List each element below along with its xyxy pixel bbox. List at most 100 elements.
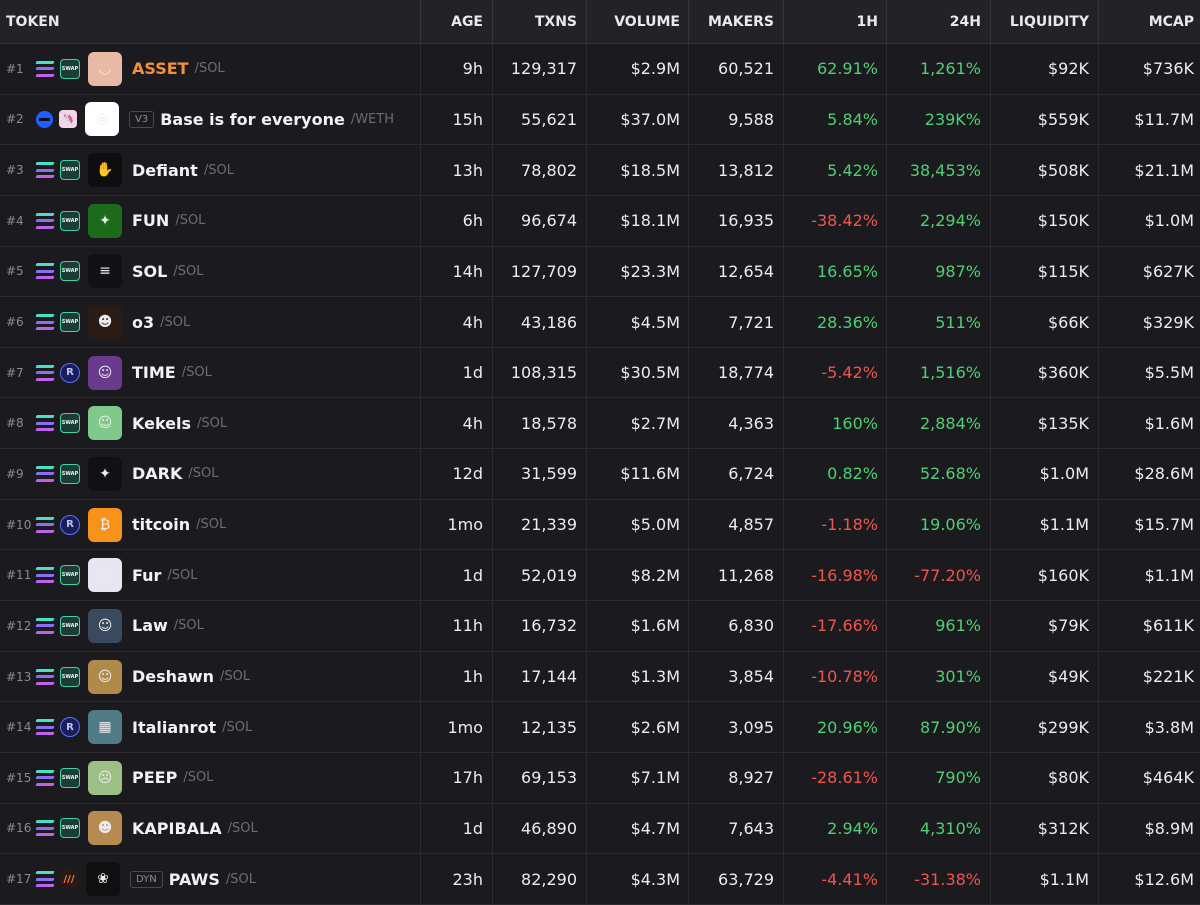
token-cell[interactable]: #11 SWAP ≡ Fur /SOL — [0, 550, 421, 601]
token-cell[interactable]: #17 /// ❀ DYN PAWS /SOL — [0, 854, 421, 904]
table-row[interactable]: #5 SWAP ≡ SOL /SOL 14h 127,709 $23.3M 12… — [0, 246, 1200, 298]
liquidity-cell: $1.0M — [991, 449, 1099, 499]
table-row[interactable]: #6 SWAP ☻ o3 /SOL 4h 43,186 $4.5M 7,721 … — [0, 297, 1200, 348]
change-1h-cell: 2.94% — [784, 803, 887, 854]
token-name: Italianrot — [132, 717, 217, 737]
table-row[interactable]: #16 SWAP ☻ KAPIBALA /SOL 1d 46,890 $4.7M… — [0, 803, 1200, 855]
change-1h-cell: -1.18% — [784, 499, 887, 550]
quote-symbol: /SOL — [188, 466, 219, 482]
rank-label: #15 — [6, 770, 32, 785]
change-1h-cell: 5.84% — [784, 94, 887, 145]
rank-label: #1 — [6, 61, 24, 76]
header-1h[interactable]: 1H — [784, 0, 887, 43]
token-cell[interactable]: #3 SWAP ✋ Defiant /SOL — [0, 145, 421, 195]
header-24h[interactable]: 24H — [887, 0, 991, 43]
token-cell[interactable]: #14 R ▦ Italianrot /SOL — [0, 702, 421, 752]
dex-icon: SWAP — [60, 413, 80, 434]
solana-icon — [35, 465, 55, 482]
change-24h-cell: 511% — [887, 297, 991, 347]
mcap-cell: $28.6M — [1134, 464, 1194, 484]
table-row[interactable]: #3 SWAP ✋ Defiant /SOL 13h 78,802 $18.5M… — [0, 145, 1200, 196]
table-row[interactable]: #10 R ₿ titcoin /SOL 1mo 21,339 $5.0M 4,… — [0, 499, 1200, 551]
rank-label: #6 — [6, 315, 24, 330]
token-cell[interactable]: #10 R ₿ titcoin /SOL — [0, 499, 421, 550]
quote-symbol: /SOL — [183, 770, 214, 786]
liquidity-cell: $49K — [991, 651, 1099, 702]
mcap-cell: $627K — [1142, 261, 1194, 281]
table-row[interactable]: #9 SWAP ✦ DARK /SOL 12d 31,599 $11.6M 6,… — [0, 449, 1200, 500]
header-age[interactable]: AGE — [421, 0, 493, 43]
quote-symbol: /SOL — [227, 820, 258, 836]
txns-cell: 43,186 — [493, 297, 587, 347]
liquidity-cell: $508K — [991, 145, 1099, 195]
table-row[interactable]: #14 R ▦ Italianrot /SOL 1mo 12,135 $2.6M… — [0, 702, 1200, 753]
age-cell: 12d — [421, 449, 493, 499]
token-cell[interactable]: #16 SWAP ☻ KAPIBALA /SOL — [0, 803, 421, 854]
token-cell[interactable]: #4 SWAP ✦ FUN /SOL — [0, 195, 421, 246]
change-24h-cell: 38,453% — [887, 145, 991, 195]
header-token[interactable]: TOKEN — [0, 0, 421, 43]
table-row[interactable]: #13 SWAP ☺ Deshawn /SOL 1h 17,144 $1.3M … — [0, 651, 1200, 703]
header-volume[interactable]: VOLUME — [587, 0, 689, 43]
table-row[interactable]: #11 SWAP ≡ Fur /SOL 1d 52,019 $8.2M 11,2… — [0, 550, 1200, 602]
makers-cell: 6,724 — [689, 449, 784, 499]
token-avatar: ☺ — [88, 406, 122, 441]
table-row[interactable]: #17 /// ❀ DYN PAWS /SOL 23h 82,290 $4.3M… — [0, 854, 1200, 905]
token-avatar: ☻ — [88, 305, 122, 340]
token-avatar: ☻ — [88, 811, 122, 846]
txns-cell: 69,153 — [493, 752, 587, 803]
rank-label: #10 — [6, 517, 32, 532]
volume-cell: $1.3M — [587, 651, 689, 702]
volume-cell: $2.7M — [587, 398, 689, 449]
liquidity-cell: $160K — [991, 550, 1099, 601]
token-cell[interactable]: #15 SWAP ☹ PEEP /SOL — [0, 752, 421, 803]
dex-icon: 🦄 — [59, 110, 77, 129]
mcap-cell: $736K — [1142, 59, 1194, 79]
makers-cell: 6,830 — [689, 601, 784, 651]
token-avatar: ✦ — [88, 456, 122, 491]
makers-cell: 12,654 — [689, 246, 784, 297]
token-cell[interactable]: #5 SWAP ≡ SOL /SOL — [0, 246, 421, 297]
header-makers[interactable]: MAKERS — [689, 0, 784, 43]
age-cell: 1h — [421, 651, 493, 702]
token-cell[interactable]: #12 SWAP ☺ Law /SOL — [0, 601, 421, 651]
header-txns[interactable]: TXNS — [493, 0, 587, 43]
makers-cell: 63,729 — [689, 854, 784, 904]
table-row[interactable]: #15 SWAP ☹ PEEP /SOL 17h 69,153 $7.1M 8,… — [0, 752, 1200, 804]
table-row[interactable]: #4 SWAP ✦ FUN /SOL 6h 96,674 $18.1M 16,9… — [0, 195, 1200, 247]
token-avatar: ❀ — [86, 862, 120, 897]
token-cell[interactable]: #7 R ☺ TIME /SOL — [0, 347, 421, 398]
header-liquidity[interactable]: LIQUIDITY — [991, 0, 1099, 43]
rank-label: #16 — [6, 821, 32, 836]
dex-icon: R — [60, 514, 80, 535]
table-row[interactable]: #7 R ☺ TIME /SOL 1d 108,315 $30.5M 18,77… — [0, 347, 1200, 399]
liquidity-cell: $150K — [991, 195, 1099, 246]
token-name: o3 — [132, 312, 155, 332]
volume-cell: $7.1M — [587, 752, 689, 803]
solana-icon — [35, 162, 55, 179]
change-1h-cell: -16.98% — [784, 550, 887, 601]
token-cell[interactable]: #9 SWAP ✦ DARK /SOL — [0, 449, 421, 499]
table-row[interactable]: #1 SWAP ◡ ASSET /SOL 9h 129,317 $2.9M 60… — [0, 44, 1200, 95]
solana-icon — [35, 60, 55, 77]
makers-cell: 8,927 — [689, 752, 784, 803]
token-cell[interactable]: #13 SWAP ☺ Deshawn /SOL — [0, 651, 421, 702]
token-avatar: ✋ — [88, 153, 122, 188]
volume-cell: $18.1M — [587, 195, 689, 246]
txns-cell: 12,135 — [493, 702, 587, 752]
token-cell[interactable]: #2 🦄 ◎ V3 Base is for everyone /WETH — [0, 94, 421, 145]
solana-icon — [35, 263, 55, 280]
table-row[interactable]: #8 SWAP ☺ Kekels /SOL 4h 18,578 $2.7M 4,… — [0, 398, 1200, 450]
token-cell[interactable]: #8 SWAP ☺ Kekels /SOL — [0, 398, 421, 449]
token-cell[interactable]: #1 SWAP ◡ ASSET /SOL — [0, 44, 421, 94]
age-cell: 4h — [421, 398, 493, 449]
table-row[interactable]: #2 🦄 ◎ V3 Base is for everyone /WETH 15h… — [0, 94, 1200, 146]
solana-icon — [35, 567, 55, 584]
token-cell[interactable]: #6 SWAP ☻ o3 /SOL — [0, 297, 421, 347]
change-24h-cell: 2,884% — [887, 398, 991, 449]
table-row[interactable]: #12 SWAP ☺ Law /SOL 11h 16,732 $1.6M 6,8… — [0, 601, 1200, 652]
makers-cell: 7,643 — [689, 803, 784, 854]
txns-cell: 82,290 — [493, 854, 587, 904]
solana-icon — [35, 668, 55, 685]
header-mcap[interactable]: MCAP — [1099, 0, 1200, 43]
